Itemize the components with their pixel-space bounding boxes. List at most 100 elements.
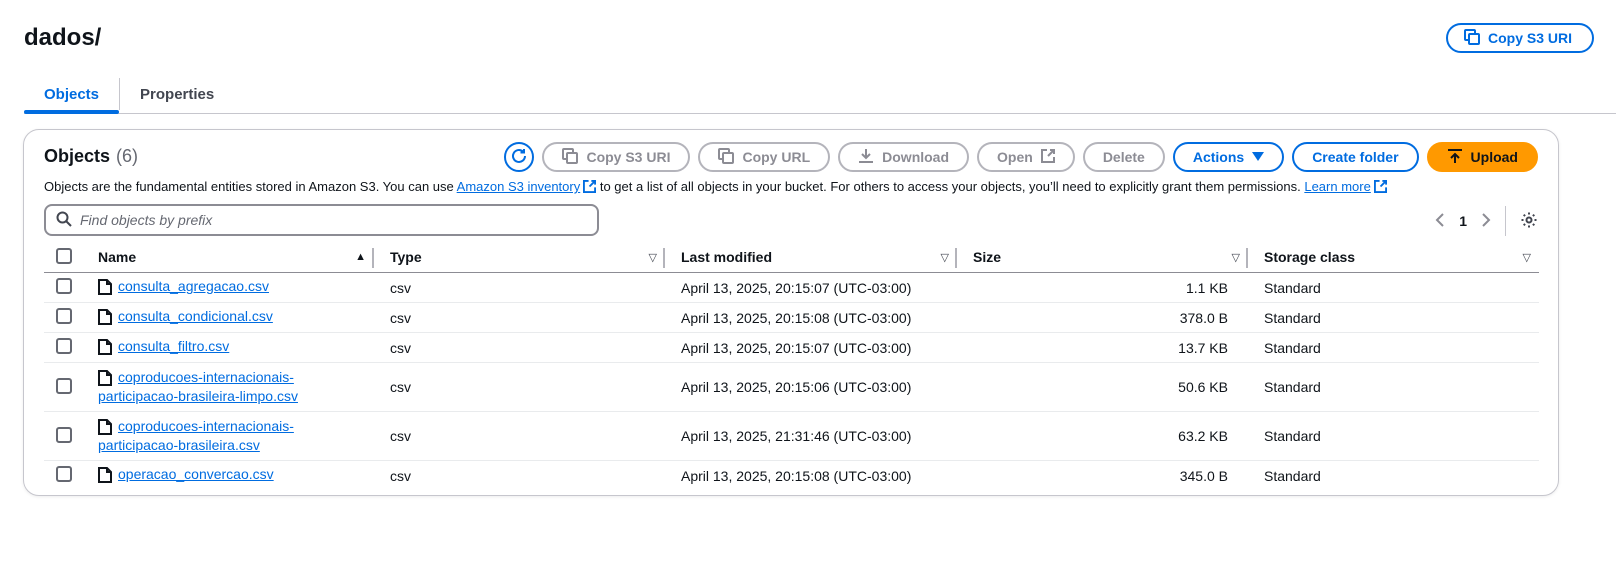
file-icon: [98, 279, 112, 298]
object-name-line1: consulta_filtro.csv: [118, 338, 230, 354]
name-cell: consulta_condicional.csv: [82, 302, 374, 333]
column-header-last-modified[interactable]: Last modified ▽: [665, 242, 957, 273]
size-cell: 1.1 KB: [957, 272, 1248, 303]
search-box[interactable]: [44, 204, 599, 236]
panel-description: Objects are the fundamental entities sto…: [44, 179, 1387, 196]
storage-class-cell: Standard: [1264, 467, 1321, 484]
storage-class-cell: Standard: [1248, 272, 1539, 303]
download-button[interactable]: Download: [838, 142, 970, 172]
file-icon: [98, 370, 112, 389]
toolbar: Copy S3 URI Copy URL Download Open Delet…: [504, 142, 1538, 172]
table-header-row: Name ▲ Type ▽ Last modified ▽ Size ▽ Storage…: [44, 242, 1539, 273]
row-checkbox[interactable]: [56, 278, 72, 294]
object-count: (6): [116, 146, 139, 166]
table-row[interactable]: consulta_agregacao.csv csv April 13, 2025,…: [44, 272, 1539, 303]
gear-icon[interactable]: [1520, 211, 1538, 232]
delete-label: Delete: [1102, 149, 1145, 165]
type-cell: csv: [374, 362, 665, 412]
copy-s3-uri-button[interactable]: Copy S3 URI: [542, 142, 691, 172]
object-name-line1: consulta_agregacao.csv: [118, 278, 269, 294]
object-name-link[interactable]: consulta_filtro.csv: [118, 337, 229, 356]
size-cell: 345.0 B: [1179, 467, 1228, 484]
row-checkbox[interactable]: [56, 466, 72, 483]
size-cell: 13.7 KB: [957, 332, 1248, 363]
copy-url-button[interactable]: Copy URL: [698, 142, 831, 172]
table-row[interactable]: coproducoes-internacionais-participacao-…: [44, 411, 1539, 461]
copy-icon: [1463, 28, 1480, 48]
upload-label: Upload: [1470, 149, 1518, 165]
row-select-cell: [44, 332, 82, 363]
object-name-line1: operacao_convercao.csv: [118, 466, 274, 483]
row-checkbox[interactable]: [56, 308, 72, 324]
object-name-link[interactable]: consulta_condicional.csv: [118, 307, 273, 326]
s3-inventory-link[interactable]: Amazon S3 inventory: [457, 179, 581, 194]
select-all-checkbox[interactable]: [56, 247, 72, 264]
chevron-left-icon[interactable]: [1435, 212, 1445, 230]
upload-button[interactable]: Upload: [1426, 142, 1538, 172]
object-name-link[interactable]: operacao_convercao.csv: [118, 465, 274, 484]
column-last-modified-label: Last modified: [681, 249, 773, 265]
objects-table: Name ▲ Type ▽ Last modified ▽ Size ▽ Storage…: [44, 242, 1539, 491]
object-name-link[interactable]: coproducoes-internacionais-participacao-…: [98, 417, 294, 455]
create-folder-label: Create folder: [1312, 149, 1399, 165]
tab-properties[interactable]: Properties: [120, 76, 234, 112]
object-name-line1: coproducoes-internacionais-: [118, 369, 294, 385]
column-header-storage-class[interactable]: Storage class ▽: [1248, 242, 1539, 273]
file-icon: [98, 467, 112, 486]
table-row[interactable]: coproducoes-internacionais-participacao-…: [44, 362, 1539, 412]
object-name-link[interactable]: coproducoes-internacionais-participacao-…: [98, 368, 298, 406]
column-header-name[interactable]: Name ▲: [82, 242, 374, 273]
page-number[interactable]: 1: [1459, 213, 1467, 229]
learn-more-link[interactable]: Learn more: [1304, 179, 1370, 194]
tab-objects[interactable]: Objects: [24, 76, 120, 114]
name-cell: consulta_filtro.csv: [82, 332, 374, 363]
search-input[interactable]: [80, 212, 580, 228]
row-select-cell: [44, 362, 82, 412]
row-checkbox[interactable]: [56, 377, 72, 394]
objects-panel: Objects (6) Copy S3 URI Copy URL Downloa…: [23, 129, 1559, 496]
upload-icon: [1447, 148, 1463, 167]
open-label: Open: [997, 149, 1033, 165]
copy-s3-uri-label: Copy S3 URI: [1487, 30, 1572, 46]
last-modified-cell: April 13, 2025, 20:15:06 (UTC-03:00): [665, 362, 957, 412]
actions-dropdown[interactable]: Actions: [1172, 142, 1285, 172]
name-cell: coproducoes-internacionais-participacao-…: [82, 411, 374, 461]
table-row[interactable]: consulta_filtro.csv csv April 13, 2025, 20…: [44, 332, 1539, 363]
object-name-line1: consulta_condicional.csv: [118, 308, 273, 324]
column-header-type[interactable]: Type ▽: [374, 242, 665, 273]
table-row[interactable]: operacao_convercao.csv csv April 13, 2025,…: [44, 461, 1539, 491]
select-all-cell: [44, 242, 82, 273]
name-cell: operacao_convercao.csv: [82, 461, 374, 491]
row-checkbox[interactable]: [56, 338, 72, 354]
file-icon: [98, 309, 112, 328]
type-cell: csv: [374, 332, 665, 363]
sort-icon: ▽: [940, 251, 949, 264]
storage-class-cell: Standard: [1248, 332, 1539, 363]
last-modified-cell: April 13, 2025, 20:15:08 (UTC-03:00): [681, 467, 912, 484]
copy-s3-uri-button-header[interactable]: Copy S3 URI: [1445, 23, 1594, 53]
sort-icon: ▽: [1231, 251, 1240, 264]
last-modified-cell: April 13, 2025, 21:31:46 (UTC-03:00): [665, 411, 957, 461]
description-text-1: Objects are the fundamental entities sto…: [44, 179, 457, 194]
object-name-link[interactable]: consulta_agregacao.csv: [118, 277, 269, 296]
column-name-label: Name: [98, 249, 137, 265]
tab-bar: Objects Properties: [24, 76, 1616, 114]
delete-button[interactable]: Delete: [1082, 142, 1165, 172]
column-size-label: Size: [973, 249, 1002, 265]
column-header-size[interactable]: Size ▽: [957, 242, 1248, 273]
chevron-right-icon[interactable]: [1481, 212, 1491, 230]
size-cell: 50.6 KB: [957, 362, 1248, 412]
copy-s3-uri-label: Copy S3 URI: [586, 149, 671, 165]
download-icon: [858, 148, 874, 167]
name-cell: coproducoes-internacionais-participacao-…: [82, 362, 374, 412]
refresh-button[interactable]: [504, 142, 535, 172]
size-cell: 378.0 B: [957, 302, 1248, 333]
size-cell: 63.2 KB: [957, 411, 1248, 461]
file-icon: [98, 419, 112, 438]
page-title: dados/: [24, 24, 102, 51]
table-row[interactable]: consulta_condicional.csv csv April 13, 202…: [44, 302, 1539, 333]
storage-class-cell: Standard: [1248, 302, 1539, 333]
create-folder-button[interactable]: Create folder: [1292, 142, 1419, 172]
open-button[interactable]: Open: [977, 142, 1075, 172]
row-checkbox[interactable]: [56, 426, 72, 443]
